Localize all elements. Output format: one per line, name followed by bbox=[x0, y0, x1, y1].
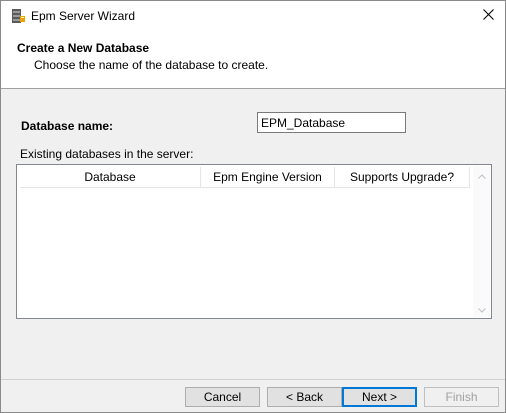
existing-databases-label: Existing databases in the server: bbox=[20, 147, 194, 161]
server-icon bbox=[10, 8, 26, 24]
wizard-window: Epm Server Wizard Create a New Database … bbox=[0, 0, 506, 413]
cancel-button[interactable]: Cancel bbox=[185, 387, 260, 407]
page-title: Create a New Database bbox=[17, 41, 150, 55]
list-header: Database Epm Engine Version Supports Upg… bbox=[20, 167, 470, 188]
close-button[interactable] bbox=[471, 1, 505, 31]
title-bar[interactable]: Epm Server Wizard bbox=[1, 1, 505, 31]
page-subtitle: Choose the name of the database to creat… bbox=[34, 58, 269, 72]
scroll-down-button[interactable] bbox=[473, 300, 490, 317]
back-button[interactable]: < Back bbox=[267, 387, 342, 407]
scroll-up-button[interactable] bbox=[473, 166, 490, 183]
finish-button[interactable]: Finish bbox=[424, 387, 499, 407]
window-title: Epm Server Wizard bbox=[31, 9, 136, 23]
close-icon bbox=[482, 9, 494, 23]
existing-databases-list[interactable]: Database Epm Engine Version Supports Upg… bbox=[16, 164, 492, 319]
vertical-scrollbar[interactable] bbox=[473, 166, 490, 317]
column-header-engine-version[interactable]: Epm Engine Version bbox=[201, 167, 335, 187]
database-name-input[interactable] bbox=[257, 112, 406, 133]
chevron-up-icon bbox=[477, 168, 486, 182]
column-header-database[interactable]: Database bbox=[20, 167, 201, 187]
database-name-label: Database name: bbox=[21, 119, 114, 133]
next-button[interactable]: Next > bbox=[342, 387, 417, 407]
wizard-header: Create a New Database Choose the name of… bbox=[1, 31, 505, 89]
column-header-supports-upgrade[interactable]: Supports Upgrade? bbox=[335, 167, 470, 187]
button-bar: Cancel < Back Next > Finish bbox=[1, 379, 505, 413]
chevron-down-icon bbox=[477, 302, 486, 316]
